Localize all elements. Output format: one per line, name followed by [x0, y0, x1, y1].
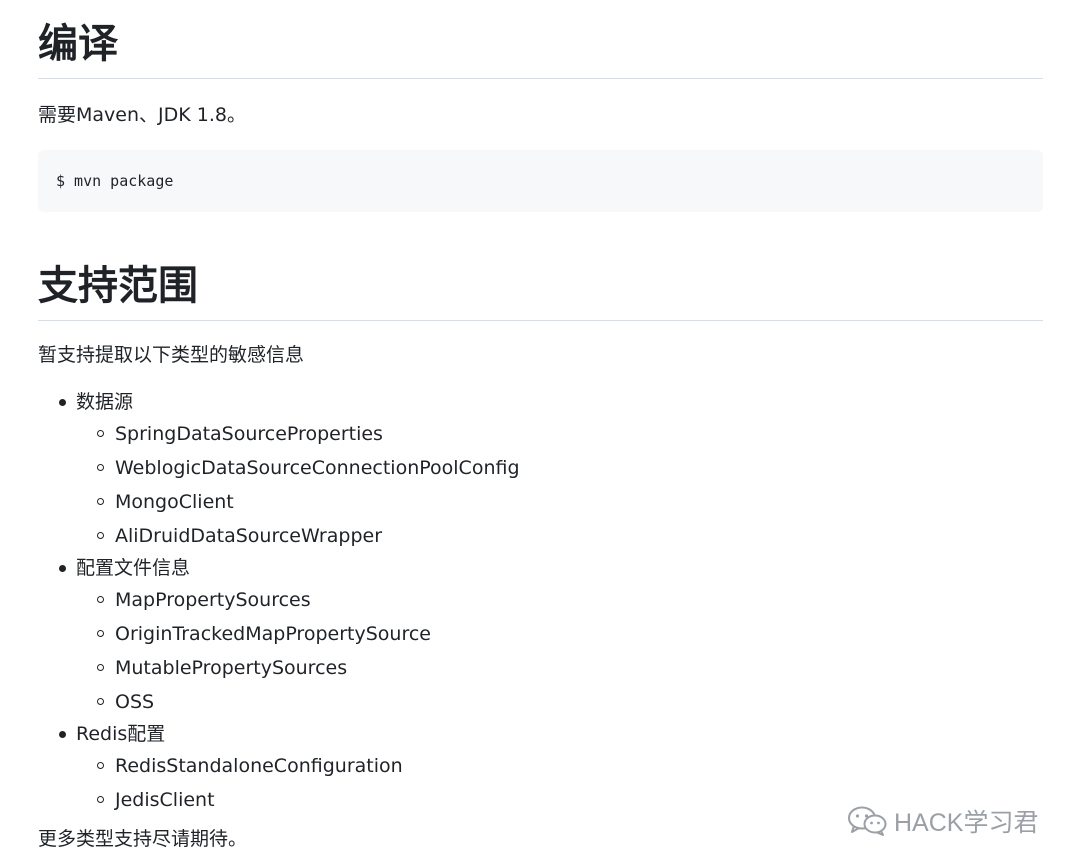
list-item-text: SpringDataSourceProperties: [115, 423, 383, 445]
wechat-icon: [848, 806, 887, 836]
circle-bullet-icon: [97, 464, 104, 471]
list-item: SpringDataSourceProperties: [97, 417, 1043, 451]
list-item-text: WeblogicDataSourceConnectionPoolConfig: [115, 457, 520, 479]
list-item-text: MapPropertySources: [115, 589, 311, 611]
scope-list: 数据源 SpringDataSourceProperties WeblogicD…: [38, 387, 1043, 817]
list-item: 数据源 SpringDataSourceProperties WeblogicD…: [59, 387, 1043, 553]
watermark-text: HACK学习君: [894, 809, 1039, 837]
circle-bullet-icon: [97, 762, 104, 769]
sub-list: MapPropertySources OriginTrackedMapPrope…: [76, 583, 1043, 719]
list-item-text: MongoClient: [115, 491, 234, 513]
scope-intro-text: 暂支持提取以下类型的敏感信息: [38, 343, 305, 366]
circle-bullet-icon: [97, 498, 104, 505]
list-item: 配置文件信息 MapPropertySources OriginTrackedM…: [59, 553, 1043, 719]
list-item: RedisStandaloneConfiguration: [97, 749, 1043, 783]
circle-bullet-icon: [97, 796, 104, 803]
list-item: OriginTrackedMapPropertySource: [97, 617, 1043, 651]
list-item-text: AliDruidDataSourceWrapper: [115, 525, 383, 547]
disc-bullet-icon: [59, 399, 66, 406]
circle-bullet-icon: [97, 630, 104, 637]
code-block: $ mvn package: [38, 149, 1043, 212]
list-item: MutablePropertySources: [97, 651, 1043, 685]
list-item-text: RedisStandaloneConfiguration: [115, 755, 403, 777]
list-item-text: MutablePropertySources: [115, 657, 348, 679]
circle-bullet-icon: [97, 664, 104, 671]
requirement-text: 需要Maven、JDK 1.8。: [38, 104, 246, 126]
list-item-text: OriginTrackedMapPropertySource: [115, 623, 431, 645]
circle-bullet-icon: [97, 430, 104, 437]
list-item: OSS: [97, 685, 1043, 719]
group-label: 数据源: [76, 391, 134, 413]
disc-bullet-icon: [59, 731, 66, 738]
code-line: $ mvn package: [56, 171, 174, 190]
disc-bullet-icon: [59, 565, 66, 572]
list-item: AliDruidDataSourceWrapper: [97, 519, 1043, 553]
list-item: WeblogicDataSourceConnectionPoolConfig: [97, 451, 1043, 485]
group-label: Redis配置: [76, 723, 166, 745]
group-label: 配置文件信息: [76, 557, 191, 579]
sub-list: SpringDataSourceProperties WeblogicDataS…: [76, 417, 1043, 553]
watermark: HACK学习君: [846, 803, 1038, 839]
section-heading-scope: 支持范围: [38, 262, 1043, 321]
list-item: MapPropertySources: [97, 583, 1043, 617]
readme-content: 编译 需要Maven、JDK 1.8。 $ mvn package 支持范围 暂…: [38, 0, 1043, 854]
list-item: MongoClient: [97, 485, 1043, 519]
section-heading-compile: 编译: [38, 0, 1043, 79]
circle-bullet-icon: [97, 596, 104, 603]
list-item-text: OSS: [115, 691, 155, 713]
circle-bullet-icon: [97, 532, 104, 539]
list-item-text: JedisClient: [115, 789, 215, 811]
circle-bullet-icon: [97, 698, 104, 705]
